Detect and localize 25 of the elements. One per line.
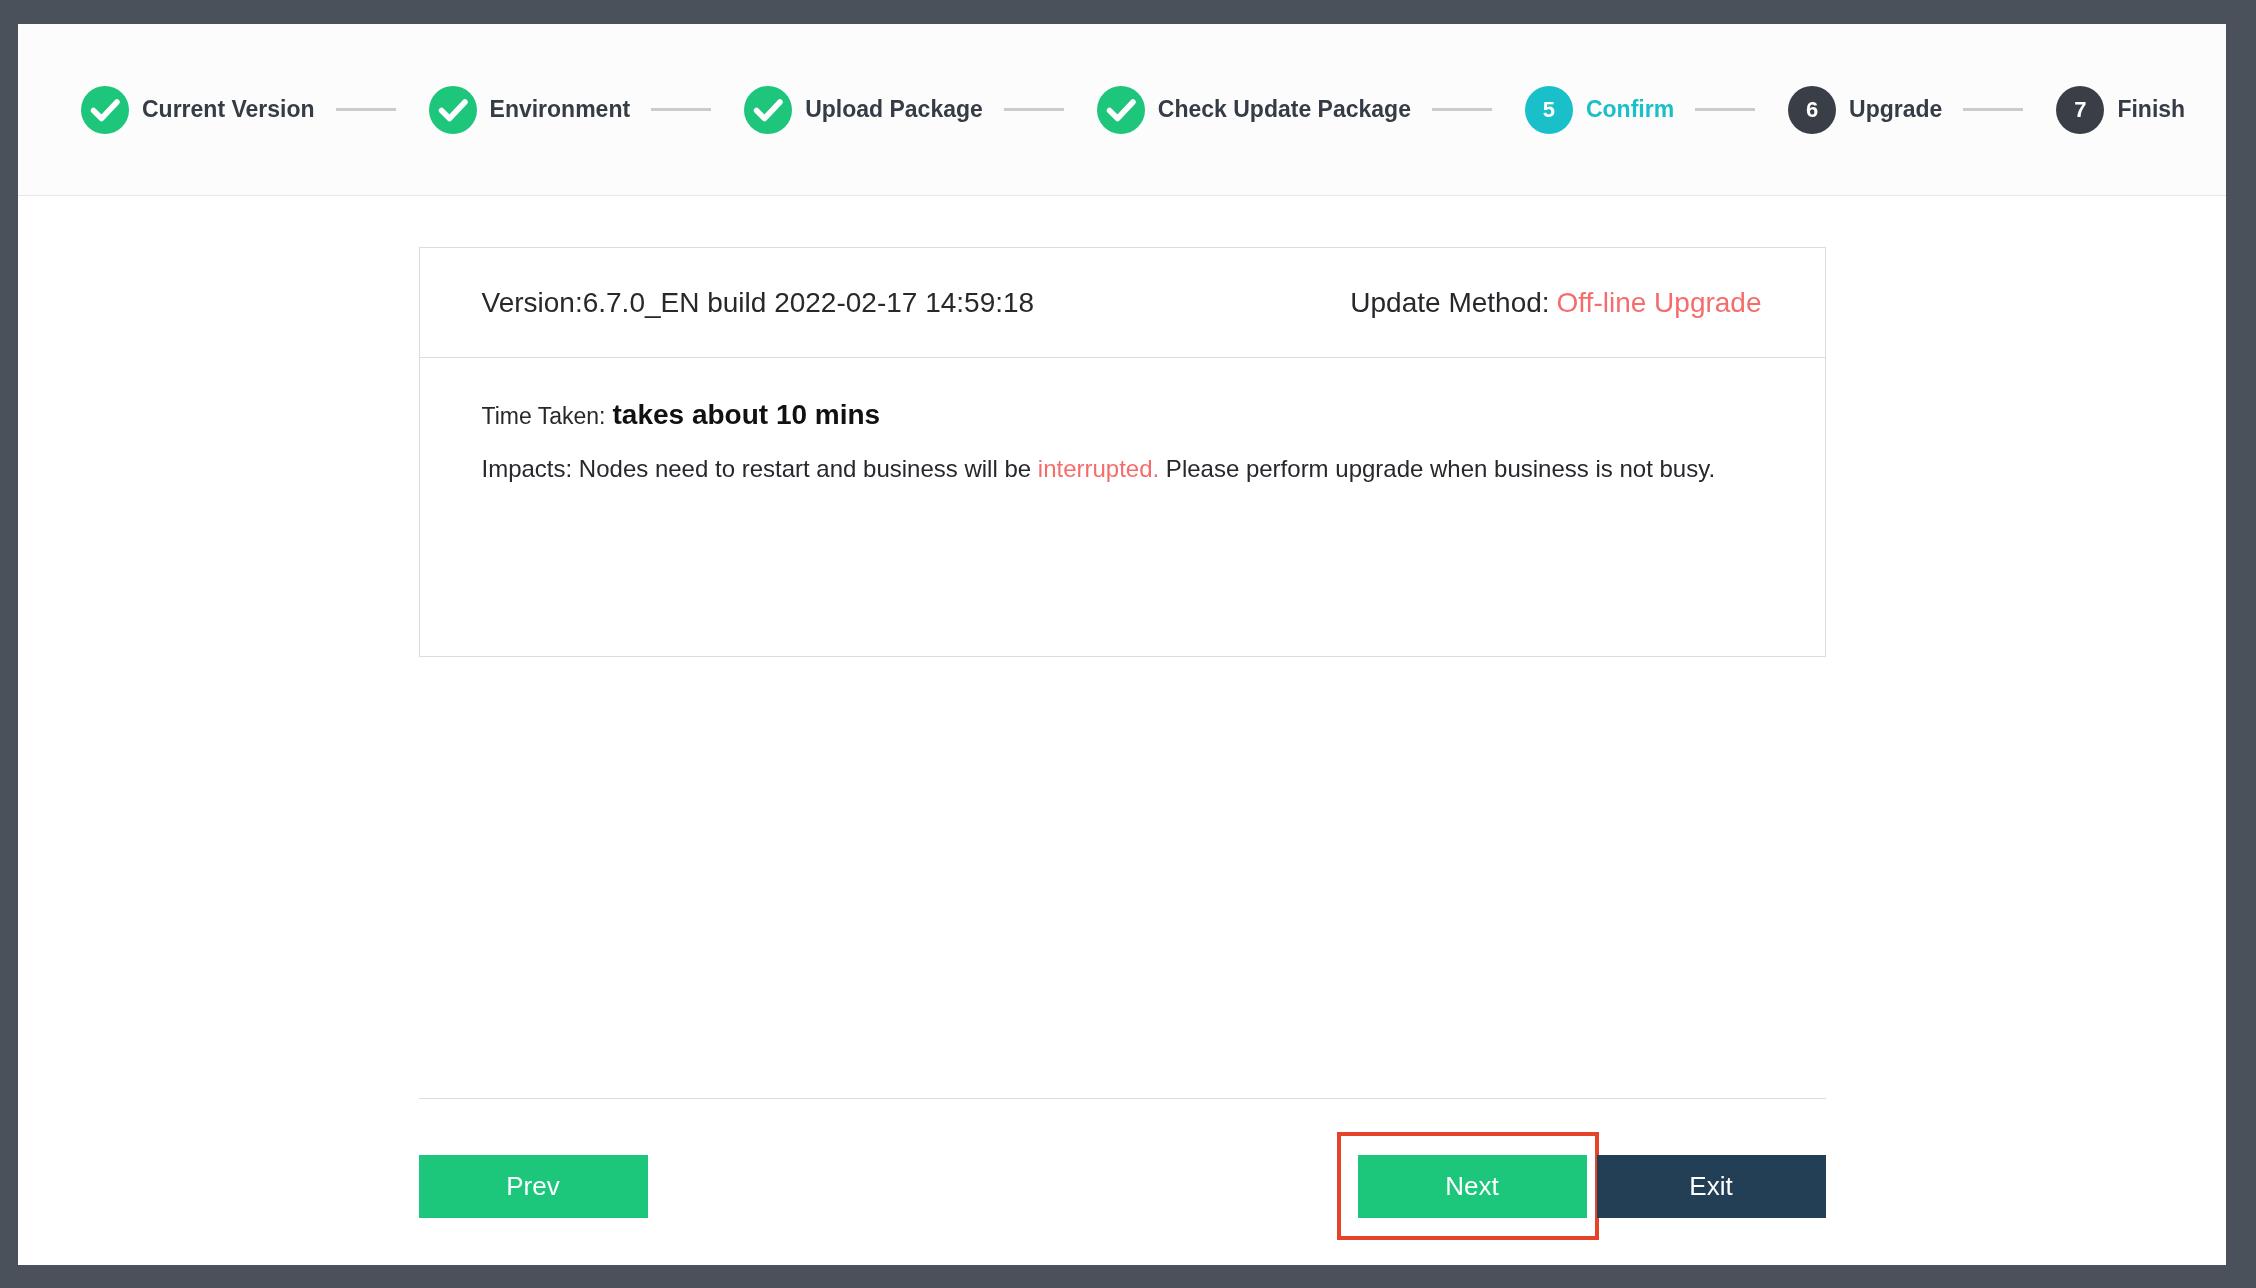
- step-number: 6: [1788, 85, 1837, 134]
- step-connector: [651, 108, 712, 111]
- step-label: Current Version: [142, 96, 315, 123]
- time-taken-value: takes about 10 mins: [612, 398, 881, 432]
- step-number: 7: [2056, 85, 2105, 134]
- primary-button[interactable]: Prev: [418, 1155, 648, 1218]
- step-connector: [1003, 108, 1064, 111]
- version-text: Version:6.7.0_EN build 2022-02-17 14:59:18: [481, 286, 1035, 319]
- step-label: Check Update Package: [1157, 96, 1411, 123]
- impacts-text: Impacts: Nodes need to restart and business will be interrupted. Please perform upgrade when business is not busy.: [481, 454, 1717, 484]
- step-connector: [1963, 108, 2024, 111]
- step-connector: [335, 108, 396, 111]
- time-taken-label: Time Taken:: [481, 402, 606, 431]
- step-label: Finish: [2117, 96, 2186, 123]
- step-label: Upload Package: [805, 96, 983, 123]
- step-label: Upgrade: [1849, 96, 1943, 123]
- update-method-value: Off-line Upgrade: [1556, 286, 1762, 319]
- secondary-button[interactable]: Exit: [1596, 1155, 1826, 1218]
- update-method-label: Update Method:: [1350, 286, 1550, 319]
- step-connector: [1431, 108, 1492, 111]
- step-number: 5: [1524, 85, 1573, 134]
- primary-button[interactable]: Next: [1357, 1155, 1587, 1218]
- step-label: Confirm: [1585, 96, 1675, 123]
- step-label: Environment: [489, 96, 631, 123]
- step-connector: [1695, 108, 1756, 111]
